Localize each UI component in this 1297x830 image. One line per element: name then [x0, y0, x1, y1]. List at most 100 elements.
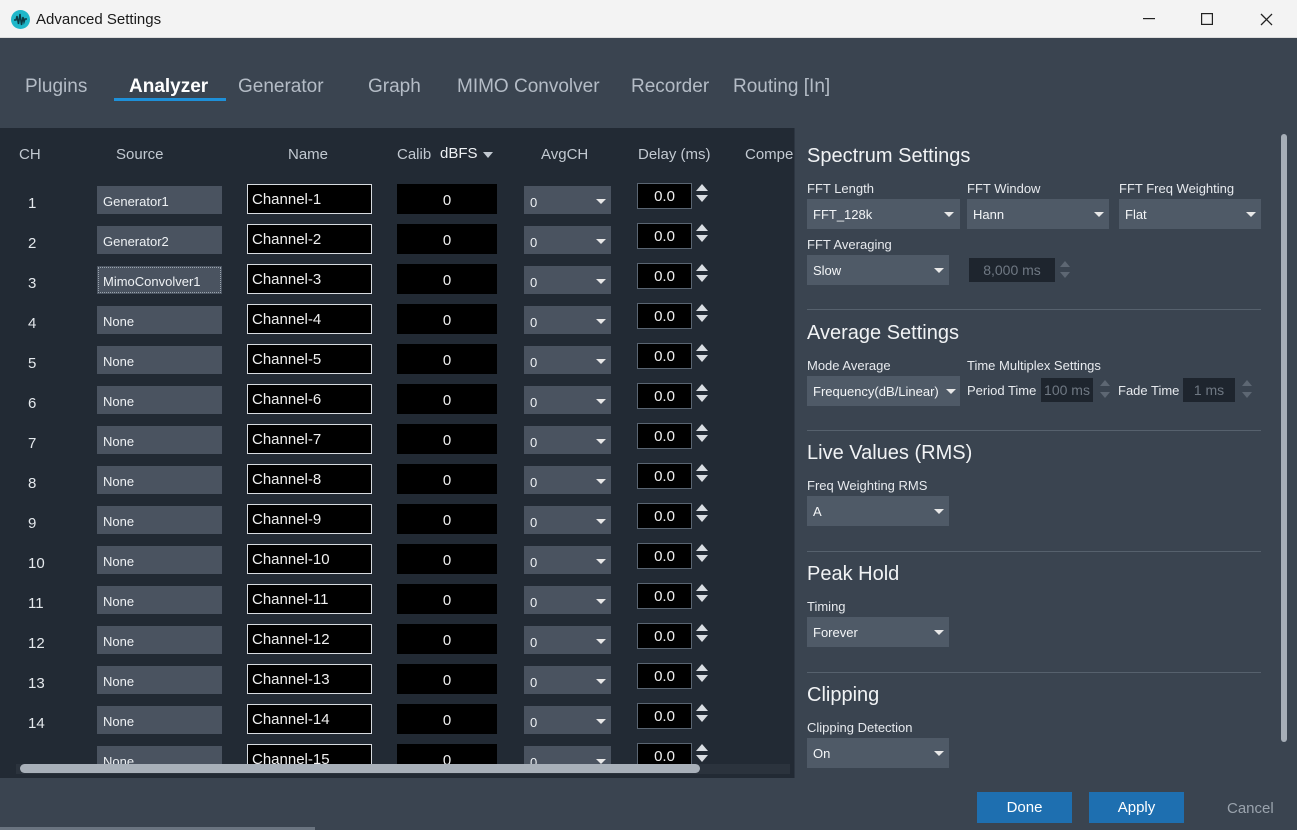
- calibration-input[interactable]: 0: [397, 624, 497, 654]
- source-select[interactable]: None: [97, 346, 222, 374]
- calibration-input[interactable]: 0: [397, 384, 497, 414]
- avgch-select[interactable]: 0: [524, 346, 611, 374]
- spin-down-icon[interactable]: [696, 715, 708, 722]
- source-select[interactable]: None: [97, 706, 222, 734]
- spin-up-icon[interactable]: [696, 464, 708, 471]
- spin-down-icon[interactable]: [696, 355, 708, 362]
- channel-name-input[interactable]: Channel-13: [247, 664, 372, 694]
- channel-name-input[interactable]: Channel-7: [247, 424, 372, 454]
- spin-down-icon[interactable]: [696, 555, 708, 562]
- spin-up-icon[interactable]: [696, 224, 708, 231]
- calibration-input[interactable]: 0: [397, 504, 497, 534]
- channel-name-input[interactable]: Channel-5: [247, 344, 372, 374]
- minimize-icon[interactable]: [1120, 0, 1178, 38]
- calibration-input[interactable]: 0: [397, 424, 497, 454]
- source-select[interactable]: None: [97, 586, 222, 614]
- spin-down-icon[interactable]: [696, 595, 708, 602]
- horizontal-scrollbar-thumb[interactable]: [20, 764, 700, 773]
- calibration-input[interactable]: 0: [397, 664, 497, 694]
- channel-name-input[interactable]: Channel-2: [247, 224, 372, 254]
- spin-down-icon[interactable]: [696, 275, 708, 282]
- tab-generator[interactable]: Generator: [238, 76, 324, 98]
- avgch-select[interactable]: 0: [524, 586, 611, 614]
- spin-up-icon[interactable]: [696, 424, 708, 431]
- spin-down-icon[interactable]: [696, 675, 708, 682]
- timing-select[interactable]: Forever: [807, 617, 949, 647]
- channel-name-input[interactable]: Channel-6: [247, 384, 372, 414]
- calibration-input[interactable]: 0: [397, 584, 497, 614]
- avgch-select[interactable]: 0: [524, 386, 611, 414]
- spin-up-icon[interactable]: [696, 704, 708, 711]
- delay-input[interactable]: 0.0: [637, 623, 692, 649]
- spin-down-icon[interactable]: [696, 635, 708, 642]
- delay-input[interactable]: 0.0: [637, 423, 692, 449]
- source-select[interactable]: Generator2: [97, 226, 222, 254]
- source-select[interactable]: MimoConvolver1: [97, 266, 222, 294]
- avgch-select[interactable]: 0: [524, 186, 611, 214]
- spin-down-icon[interactable]: [696, 435, 708, 442]
- avgch-select[interactable]: 0: [524, 266, 611, 294]
- mode-average-select[interactable]: Frequency(dB/Linear): [807, 376, 960, 406]
- spin-up-icon[interactable]: [696, 504, 708, 511]
- delay-input[interactable]: 0.0: [637, 703, 692, 729]
- source-select[interactable]: None: [97, 506, 222, 534]
- avgch-select[interactable]: 0: [524, 506, 611, 534]
- delay-input[interactable]: 0.0: [637, 503, 692, 529]
- spin-up-icon[interactable]: [696, 304, 708, 311]
- unit-dropdown-chevron-icon[interactable]: [483, 152, 493, 158]
- avgch-select[interactable]: 0: [524, 306, 611, 334]
- source-select[interactable]: None: [97, 546, 222, 574]
- source-select[interactable]: None: [97, 306, 222, 334]
- avgch-select[interactable]: 0: [524, 706, 611, 734]
- avgch-select[interactable]: 0: [524, 466, 611, 494]
- calibration-input[interactable]: 0: [397, 544, 497, 574]
- tab-recorder[interactable]: Recorder: [631, 76, 709, 98]
- fft-weighting-select[interactable]: Flat: [1119, 199, 1261, 229]
- fft-window-select[interactable]: Hann: [967, 199, 1109, 229]
- spin-down-icon[interactable]: [696, 195, 708, 202]
- clipping-detection-select[interactable]: On: [807, 738, 949, 768]
- channel-name-input[interactable]: Channel-3: [247, 264, 372, 294]
- source-select[interactable]: None: [97, 386, 222, 414]
- calibration-input[interactable]: 0: [397, 264, 497, 294]
- channel-name-input[interactable]: Channel-10: [247, 544, 372, 574]
- cancel-button[interactable]: Cancel: [1227, 800, 1274, 817]
- fft-length-select[interactable]: FFT_128k: [807, 199, 960, 229]
- calibration-input[interactable]: 0: [397, 344, 497, 374]
- delay-input[interactable]: 0.0: [637, 383, 692, 409]
- delay-input[interactable]: 0.0: [637, 463, 692, 489]
- channel-name-input[interactable]: Channel-1: [247, 184, 372, 214]
- channel-name-input[interactable]: Channel-14: [247, 704, 372, 734]
- spin-up-icon[interactable]: [696, 624, 708, 631]
- spin-up-icon[interactable]: [696, 584, 708, 591]
- calibration-input[interactable]: 0: [397, 464, 497, 494]
- spin-up-icon[interactable]: [696, 384, 708, 391]
- delay-input[interactable]: 0.0: [637, 223, 692, 249]
- spin-up-icon[interactable]: [696, 264, 708, 271]
- spin-down-icon[interactable]: [696, 475, 708, 482]
- tab-graph[interactable]: Graph: [368, 76, 421, 98]
- calibration-input[interactable]: 0: [397, 224, 497, 254]
- tab-analyzer[interactable]: Analyzer: [129, 76, 208, 98]
- spin-up-icon[interactable]: [696, 664, 708, 671]
- tab-plugins[interactable]: Plugins: [25, 76, 87, 98]
- avgch-select[interactable]: 0: [524, 226, 611, 254]
- spin-up-icon[interactable]: [696, 744, 708, 751]
- channel-name-input[interactable]: Channel-12: [247, 624, 372, 654]
- tab-mimo-convolver[interactable]: MIMO Convolver: [457, 76, 600, 98]
- tab-routing-in[interactable]: Routing [In]: [733, 76, 830, 98]
- spin-up-icon[interactable]: [696, 344, 708, 351]
- spin-down-icon[interactable]: [696, 755, 708, 762]
- avgch-select[interactable]: 0: [524, 626, 611, 654]
- delay-input[interactable]: 0.0: [637, 583, 692, 609]
- channel-name-input[interactable]: Channel-4: [247, 304, 372, 334]
- delay-input[interactable]: 0.0: [637, 343, 692, 369]
- channel-name-input[interactable]: Channel-9: [247, 504, 372, 534]
- delay-input[interactable]: 0.0: [637, 303, 692, 329]
- source-select[interactable]: None: [97, 426, 222, 454]
- delay-input[interactable]: 0.0: [637, 263, 692, 289]
- spin-down-icon[interactable]: [696, 515, 708, 522]
- spin-up-icon[interactable]: [696, 544, 708, 551]
- avgch-select[interactable]: 0: [524, 426, 611, 454]
- apply-button[interactable]: Apply: [1089, 792, 1184, 823]
